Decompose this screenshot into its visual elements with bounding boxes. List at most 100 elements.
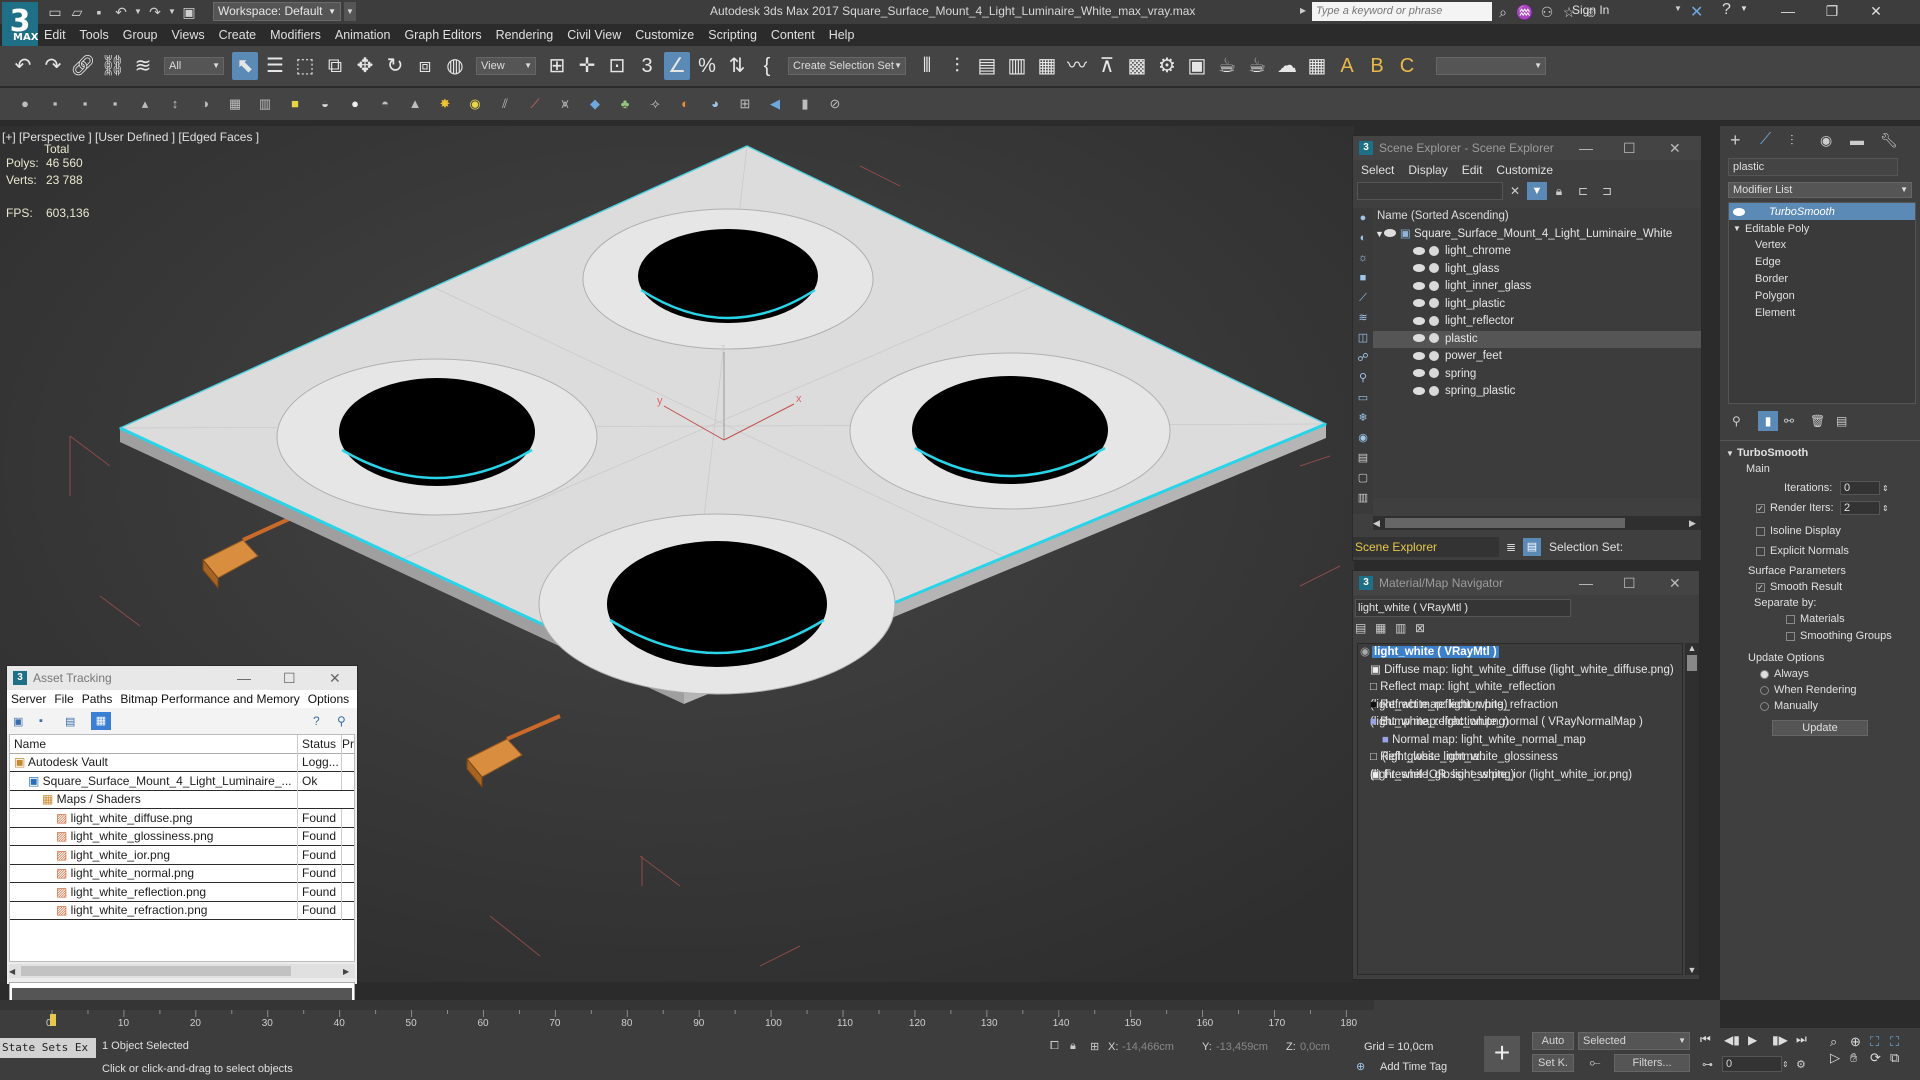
scroll-thumb[interactable] (1385, 518, 1625, 528)
isolate-icon[interactable]: ⧠ (1050, 1040, 1070, 1053)
material-nav-titlebar[interactable]: 3 Material/Map Navigator — ☐ ✕ (1353, 571, 1699, 595)
auto-key-button[interactable]: Auto (1532, 1032, 1574, 1050)
se-horizontal-scrollbar[interactable]: ◀ ▶ (1373, 516, 1701, 530)
zoom-extents-icon[interactable]: ⛶ (1870, 1034, 1890, 1050)
render-shortcuts-icon[interactable]: ▦ (1304, 52, 1330, 80)
eye-icon[interactable] (1733, 207, 1745, 216)
pan-icon[interactable]: ✋︎ (1850, 1050, 1870, 1066)
always-radio[interactable] (1760, 669, 1769, 679)
asset-row[interactable]: ▨ light_white_refraction.png Found (10, 901, 354, 920)
spinner-arrows-icon[interactable]: ⇕ (1782, 1060, 1796, 1069)
eye-icon[interactable] (1413, 281, 1425, 290)
toggle-layer-explorer-icon[interactable]: ▥ (1004, 52, 1030, 80)
stack-item-turbosmooth[interactable]: TurboSmooth (1729, 203, 1915, 220)
stack-item-editable-poly[interactable]: ▼ Editable Poly (1729, 220, 1915, 237)
filter-frozen-icon[interactable]: ❄ (1353, 408, 1373, 428)
collapse-arrow-icon[interactable]: ▼ (1726, 449, 1734, 458)
eye-icon[interactable] (1413, 351, 1425, 360)
toolbar-tool-15-icon[interactable]: ✸ (434, 93, 456, 115)
app-logo[interactable]: 3 MAX (2, 2, 38, 48)
tree-item-light-inner-glass[interactable]: light_inner_glass (1373, 278, 1701, 296)
hierarchy-icon[interactable]: ⊏ (1571, 184, 1595, 198)
toolbar-tool-10-icon[interactable]: ■ (284, 93, 306, 115)
help-icon[interactable]: ? (313, 714, 337, 728)
eye-icon[interactable] (1413, 264, 1425, 273)
tree-root-row[interactable]: ▼ ▣ Square_Surface_Mount_4_Light_Luminair… (1373, 226, 1701, 244)
rotate-icon[interactable]: ↻ (382, 52, 408, 80)
spinner-arrows-icon[interactable]: ⇕ (1882, 504, 1889, 513)
render-iters-spinner[interactable]: 2 (1840, 501, 1880, 515)
key-mode-toggle-icon[interactable]: ⊶ (1702, 1058, 1722, 1071)
help-chevron-icon[interactable]: ▼ (1740, 4, 1748, 13)
menu-rendering[interactable]: Rendering (496, 28, 554, 42)
undo-icon[interactable]: ↶ (112, 3, 130, 21)
minimize-icon[interactable]: — (237, 666, 251, 690)
edit-named-selection-icon[interactable]: { (754, 52, 780, 80)
scroll-right-icon[interactable]: ▶ (343, 967, 355, 976)
search-input[interactable]: Type a keyword or phrase (1312, 2, 1492, 21)
place-icon[interactable]: ◍ (442, 52, 468, 80)
smooth-result-checkbox[interactable]: ✓ (1756, 582, 1765, 592)
tree-view-icon[interactable]: ▦ (91, 712, 111, 730)
toolbar-tool-19-icon[interactable]: ⩙ (554, 93, 576, 115)
lock-icon[interactable]: 🔒︎ (1547, 184, 1571, 199)
eye-icon[interactable] (1413, 386, 1425, 395)
toolbar-tool-6-icon[interactable]: ↕ (164, 93, 186, 115)
toolbar-tool-23-icon[interactable]: ◐ (674, 93, 696, 115)
filter-lights-icon[interactable]: ☼ (1353, 248, 1373, 268)
viewport-label-menu[interactable]: [+] [Perspective ] [User Defined ] [Edge… (2, 130, 259, 144)
vault-connect-icon[interactable]: ▣ (13, 715, 39, 728)
menu-edit[interactable]: Edit (44, 28, 66, 42)
close-icon[interactable]: ✕ (1669, 571, 1681, 595)
render-setup-icon[interactable]: ⚙ (1154, 52, 1180, 80)
go-to-start-icon[interactable]: ⏮ (1700, 1032, 1724, 1047)
eye-icon[interactable] (1413, 369, 1425, 378)
toolbar-tool-13-icon[interactable]: ◓ (374, 93, 396, 115)
tree-item-spring[interactable]: spring (1373, 366, 1701, 384)
selection-lock-icon[interactable]: 🔒︎ (1070, 1040, 1090, 1053)
remove-modifier-icon[interactable]: 🗑︎ (1810, 414, 1836, 428)
time-config-icon[interactable]: ⚙ (1796, 1058, 1816, 1071)
scroll-left-icon[interactable]: ◀ (1373, 518, 1385, 529)
help-icon[interactable]: ? (1722, 1, 1731, 19)
menu-help[interactable]: Help (829, 28, 855, 42)
expand-arrow-icon[interactable]: ▼ (1733, 224, 1745, 233)
toolbar-tool-22-icon[interactable]: ⟢ (644, 93, 666, 115)
se-menu-select[interactable]: Select (1361, 163, 1394, 177)
scroll-thumb[interactable] (21, 966, 291, 976)
toolbar-tool-4-icon[interactable]: ▪ (104, 93, 126, 115)
eye-icon[interactable] (1413, 334, 1425, 343)
menu-tools[interactable]: Tools (80, 28, 109, 42)
close-icon[interactable]: ✕ (329, 666, 341, 690)
toolbar-tool-9-icon[interactable]: ▥ (254, 93, 276, 115)
show-end-result-icon[interactable]: ▮ (1758, 411, 1778, 431)
material-editor-icon[interactable]: ▩ (1124, 52, 1150, 80)
percent-snap-icon[interactable]: % (694, 52, 720, 80)
smoothing-groups-checkbox[interactable] (1786, 631, 1795, 641)
scale-icon[interactable]: ⧈ (412, 52, 438, 80)
at-horizontal-scrollbar[interactable]: ◀ ▶ (9, 964, 355, 978)
view-list-icons-icon[interactable]: ▦ (1375, 621, 1395, 635)
tree-item-power-feet[interactable]: power_feet (1373, 348, 1701, 366)
stack-sub-polygon[interactable]: Polygon (1729, 288, 1915, 305)
view-large-icons-icon[interactable]: ⊠ (1415, 621, 1435, 635)
menu-animation[interactable]: Animation (335, 28, 391, 42)
asset-row[interactable]: ▨ light_white_diffuse.png Found (10, 808, 354, 828)
move-icon[interactable]: ✥ (352, 52, 378, 80)
restore-icon[interactable]: ❐ (1810, 0, 1854, 24)
communication-icon[interactable]: ⚇ (1538, 3, 1556, 21)
render-production-icon[interactable]: ☕︎ (1214, 52, 1240, 80)
selection-filter-dropdown[interactable]: All ▼ (164, 57, 224, 75)
redo-button[interactable]: ↷ (40, 52, 66, 80)
tree-item-plastic[interactable]: plastic (1373, 330, 1701, 348)
unlink-icon[interactable]: ⛓︎ (100, 52, 126, 80)
pin-stack-icon[interactable]: ⚲ (1732, 414, 1758, 428)
object-name-field[interactable]: plastic (1728, 158, 1898, 176)
col-name[interactable]: Name (10, 734, 298, 753)
filter-containers-icon[interactable]: ▭ (1353, 388, 1373, 408)
exchange-x-icon[interactable]: ✕ (1690, 2, 1703, 22)
named-selection-set-dropdown[interactable]: Create Selection Set ▼ (788, 57, 906, 75)
material-name-field[interactable]: light_white ( VRayMtl ) (1355, 599, 1571, 617)
map-row-bump[interactable]: ■ Bump map: light_white_normal ( VRayNor… (1358, 714, 1682, 732)
toolbar-tool-7-icon[interactable]: ◑ (194, 93, 216, 115)
